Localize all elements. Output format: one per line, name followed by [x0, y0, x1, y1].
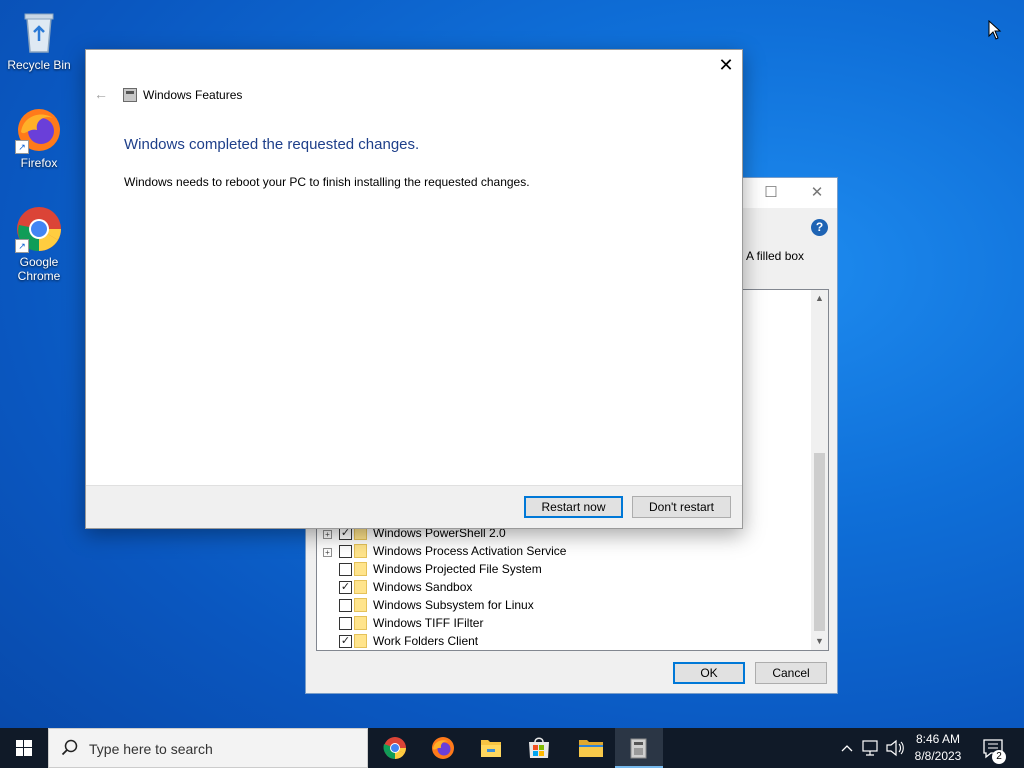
windows-logo-icon [16, 740, 32, 756]
chevron-up-icon [841, 745, 853, 752]
feature-item[interactable]: Windows Subsystem for Linux [317, 597, 807, 615]
close-button[interactable]: ✕ [710, 50, 742, 80]
search-icon [61, 739, 78, 756]
vertical-scrollbar[interactable]: ▲ ▼ [811, 290, 828, 650]
feature-label: Windows Subsystem for Linux [373, 598, 534, 612]
checkbox[interactable] [339, 599, 352, 612]
chrome-icon: ↗ [15, 205, 63, 253]
feature-label: Windows Process Activation Service [373, 544, 567, 558]
firefox-icon [432, 737, 454, 759]
folder-icon [354, 562, 367, 576]
feature-label: Windows Projected File System [373, 562, 542, 576]
taskbar-folder[interactable] [567, 728, 615, 768]
windows-features-icon [630, 738, 647, 759]
desktop-icon-label: Firefox [20, 156, 58, 170]
desktop-icon-label: Google Chrome [17, 255, 61, 283]
folder-icon [354, 634, 367, 648]
checkbox[interactable] [339, 545, 352, 558]
search-box[interactable]: Type here to search [48, 728, 368, 768]
folder-icon [354, 598, 367, 612]
feature-item[interactable]: Windows TIFF IFilter [317, 615, 807, 633]
feature-label: Work Folders Client [373, 634, 479, 648]
dialog-title: Windows Features [143, 88, 243, 102]
shortcut-arrow-icon: ↗ [15, 239, 29, 253]
dialog-footer: Restart now Don't restart [86, 485, 742, 528]
mouse-cursor-icon [988, 20, 1002, 40]
taskbar-firefox[interactable] [419, 728, 467, 768]
store-icon [529, 737, 549, 758]
folder-icon [579, 740, 603, 757]
feature-item[interactable]: ✓ Work Folders Client [317, 633, 807, 650]
checkbox[interactable] [339, 617, 352, 630]
dialog-description: A filled box [746, 249, 805, 263]
show-hidden-icons-button[interactable] [838, 728, 856, 768]
desktop-icon-google-chrome[interactable]: ↗ Google Chrome [4, 205, 74, 283]
taskbar-chrome[interactable] [371, 728, 419, 768]
feature-label: Windows TIFF IFilter [373, 616, 484, 630]
expand-icon[interactable]: + [323, 548, 332, 557]
volume-control[interactable] [884, 728, 906, 768]
checkbox[interactable] [339, 563, 352, 576]
expand-icon[interactable]: + [323, 530, 332, 539]
shortcut-arrow-icon: ↗ [15, 140, 29, 154]
windows-features-icon [123, 88, 137, 102]
folder-icon [354, 616, 367, 630]
taskbar-windows-features[interactable] [615, 728, 663, 768]
chrome-icon [383, 737, 406, 759]
recycle-bin-icon [15, 8, 63, 56]
search-placeholder: Type here to search [89, 741, 213, 757]
restart-now-button[interactable]: Restart now [524, 496, 623, 518]
notification-badge: 2 [992, 750, 1006, 764]
feature-item[interactable]: Windows Projected File System [317, 561, 807, 579]
completion-heading: Windows completed the requested changes. [124, 136, 420, 153]
taskbar-store[interactable] [515, 728, 563, 768]
file-explorer-icon [481, 740, 501, 757]
firefox-icon: ↗ [15, 106, 63, 154]
feature-label: Windows Sandbox [373, 580, 473, 594]
desktop-icon-firefox[interactable]: ↗ Firefox [4, 106, 74, 170]
dont-restart-button[interactable]: Don't restart [632, 496, 731, 518]
desktop-icon-label: Recycle Bin [7, 58, 71, 72]
maximize-button[interactable]: ☐ [748, 178, 794, 208]
feature-item[interactable]: + Windows Process Activation Service [317, 543, 807, 561]
completion-dialog: ✕ ← Windows Features Windows completed t… [85, 49, 743, 529]
taskbar: Type here to search 8:46 AM 8/8/2023 2 [0, 728, 1024, 768]
desktop-icon-recycle-bin[interactable]: Recycle Bin [4, 8, 74, 72]
folder-icon [354, 544, 367, 558]
back-arrow-icon[interactable]: ← [94, 86, 108, 102]
speaker-icon [886, 739, 904, 757]
scrollbar-thumb[interactable] [814, 453, 825, 631]
close-button[interactable]: ✕ [794, 178, 840, 208]
ok-button[interactable]: OK [673, 662, 745, 684]
start-button[interactable] [0, 728, 48, 768]
network-status[interactable] [860, 728, 882, 768]
scroll-up-icon[interactable]: ▲ [811, 290, 828, 307]
clock-time[interactable]: 8:46 AM [905, 732, 971, 746]
network-icon [862, 740, 878, 756]
folder-icon [354, 580, 367, 594]
checkbox[interactable]: ✓ [339, 635, 352, 648]
help-icon[interactable]: ? [811, 219, 828, 236]
scroll-down-icon[interactable]: ▼ [811, 633, 828, 650]
clock-date[interactable]: 8/8/2023 [905, 749, 971, 763]
taskbar-file-explorer[interactable] [467, 728, 515, 768]
checkbox[interactable]: ✓ [339, 581, 352, 594]
reboot-message: Windows needs to reboot your PC to finis… [124, 175, 530, 189]
cancel-button[interactable]: Cancel [755, 662, 827, 684]
feature-item[interactable]: ✓ Windows Sandbox [317, 579, 807, 597]
